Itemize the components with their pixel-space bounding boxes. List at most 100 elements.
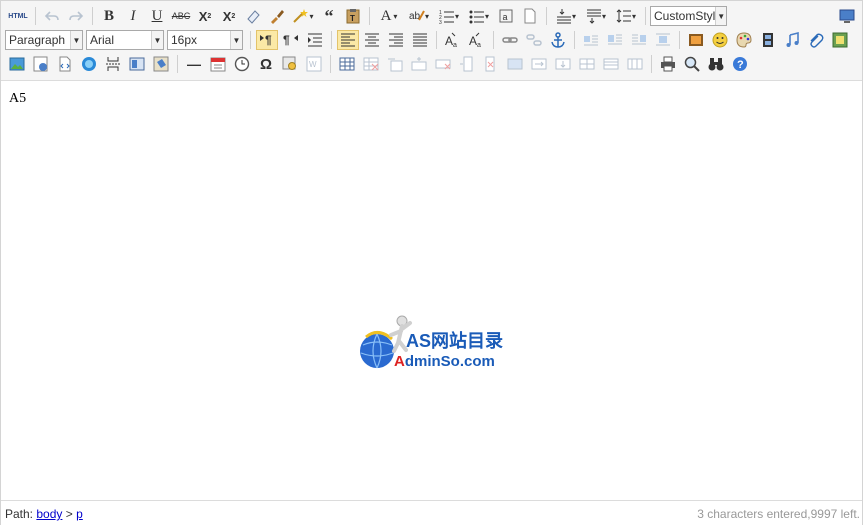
superscript-button[interactable]: X2 [194, 6, 216, 26]
insert-date-button[interactable] [207, 54, 229, 74]
paperclip-icon [810, 33, 824, 48]
custom-style-select[interactable]: CustomStyl ▼ [650, 6, 727, 26]
page-icon [524, 8, 536, 24]
preview-window-button[interactable] [836, 6, 858, 26]
toolbar-row-2: Paragraph ▼ Arial ▼ 16px ▼ ¶ ¶ Aa Aa [5, 28, 852, 52]
binoculars-icon [708, 58, 724, 71]
highlighter-icon: ab [409, 10, 425, 22]
split-cols-button[interactable] [624, 54, 646, 74]
format-painter-button[interactable] [266, 6, 288, 26]
wordimage-button[interactable]: W [303, 54, 325, 74]
insert-table-button[interactable] [336, 54, 358, 74]
insert-row-button[interactable] [408, 54, 430, 74]
doc-search-icon [282, 56, 296, 70]
path-p-link[interactable]: p [76, 507, 83, 521]
align-center-icon [365, 33, 379, 47]
search-replace-button[interactable] [705, 54, 727, 74]
template-button[interactable] [126, 54, 148, 74]
insert-image-button[interactable] [685, 30, 707, 50]
chevron-down-icon: ▼ [715, 7, 726, 25]
paste-plain-button[interactable]: T [342, 6, 364, 26]
undo-button[interactable] [41, 6, 63, 26]
svg-text:a: a [453, 42, 457, 48]
map-button[interactable] [829, 30, 851, 50]
rtl-icon: ¶ [283, 33, 298, 47]
font-family-select[interactable]: Arial ▼ [86, 30, 164, 50]
underline-button[interactable]: U [146, 6, 168, 26]
unlink-button[interactable] [523, 30, 545, 50]
music-button[interactable] [781, 30, 803, 50]
insert-code-button[interactable] [54, 54, 76, 74]
direction-rtl-button[interactable]: ¶ [280, 30, 302, 50]
blockquote-button[interactable]: “ [318, 6, 340, 26]
line-height-button[interactable]: ▾ [612, 6, 640, 26]
split-rows-button[interactable] [600, 54, 622, 74]
merge-cells-button[interactable] [504, 54, 526, 74]
help-button[interactable]: ? [729, 54, 751, 74]
italic-button[interactable]: I [122, 6, 144, 26]
page-break-2-button[interactable] [102, 54, 124, 74]
delete-row-button[interactable] [432, 54, 454, 74]
align-justify-button[interactable] [409, 30, 431, 50]
font-size-select[interactable]: 16px ▼ [167, 30, 243, 50]
split-cells-button[interactable] [576, 54, 598, 74]
background-color-button[interactable]: ab ▾ [405, 6, 433, 26]
insert-time-button[interactable] [231, 54, 253, 74]
image-left-button[interactable] [604, 30, 626, 50]
image-right-button[interactable] [628, 30, 650, 50]
merge-right-button[interactable] [528, 54, 550, 74]
horizontal-rule-button[interactable]: — [183, 54, 205, 74]
special-chars-button[interactable]: Ω [255, 54, 277, 74]
link-button[interactable] [499, 30, 521, 50]
svg-text:ab: ab [409, 11, 421, 22]
direction-ltr-button[interactable]: ¶ [256, 30, 278, 50]
preview-button[interactable] [681, 54, 703, 74]
row-spacing-top-button[interactable]: ▾ [552, 6, 580, 26]
split-cols-icon [627, 58, 643, 70]
redo-button[interactable] [65, 6, 87, 26]
page-break-button[interactable] [519, 6, 541, 26]
image-center-button[interactable] [652, 30, 674, 50]
scrawl-button[interactable] [733, 30, 755, 50]
eraser-button[interactable] [242, 6, 264, 26]
indent-button[interactable] [304, 30, 326, 50]
font-color-button[interactable]: A ▾ [375, 6, 403, 26]
ordered-list-button[interactable]: 1 2 3 ▾ [435, 6, 463, 26]
editor-content-area[interactable]: A5 AS网站目录 AdminSo.com [1, 81, 862, 500]
align-right-button[interactable] [385, 30, 407, 50]
anchor-button[interactable] [547, 30, 569, 50]
path-body-link[interactable]: body [36, 507, 62, 521]
bold-button[interactable]: B [98, 6, 120, 26]
uppercase-button[interactable]: Aa [442, 30, 464, 50]
insert-paragraph-before-table-button[interactable] [384, 54, 406, 74]
search-replace-doc-button[interactable] [279, 54, 301, 74]
merge-down-button[interactable] [552, 54, 574, 74]
align-left-button[interactable] [337, 30, 359, 50]
align-center-button[interactable] [361, 30, 383, 50]
fullscreen-button[interactable]: a [495, 6, 517, 26]
content-paragraph[interactable]: A5 [9, 91, 26, 107]
paragraph-format-select[interactable]: Paragraph ▼ [5, 30, 83, 50]
strikethrough-button[interactable]: ABC [170, 6, 192, 26]
table-delete-icon [363, 57, 379, 71]
autotypeset-button[interactable]: ▾ [290, 6, 316, 26]
emotion-button[interactable] [709, 30, 731, 50]
insert-col-button[interactable] [456, 54, 478, 74]
insert-frame-button[interactable] [6, 54, 28, 74]
gmap-button[interactable] [30, 54, 52, 74]
row-spacing-bottom-button[interactable]: ▾ [582, 6, 610, 26]
lowercase-button[interactable]: Aa [466, 30, 488, 50]
insert-video-button[interactable] [757, 30, 779, 50]
delete-col-button[interactable] [480, 54, 502, 74]
map-icon [832, 32, 848, 48]
background-button[interactable] [150, 54, 172, 74]
image-none-button[interactable] [580, 30, 602, 50]
delete-table-button[interactable] [360, 54, 382, 74]
unordered-list-button[interactable]: ▾ [465, 6, 493, 26]
attachment-button[interactable] [805, 30, 827, 50]
webapp-button[interactable] [78, 54, 100, 74]
subscript-button[interactable]: X2 [218, 6, 240, 26]
merge-cells-icon [507, 58, 523, 70]
print-button[interactable] [657, 54, 679, 74]
html-source-button[interactable]: HTML [6, 6, 30, 26]
